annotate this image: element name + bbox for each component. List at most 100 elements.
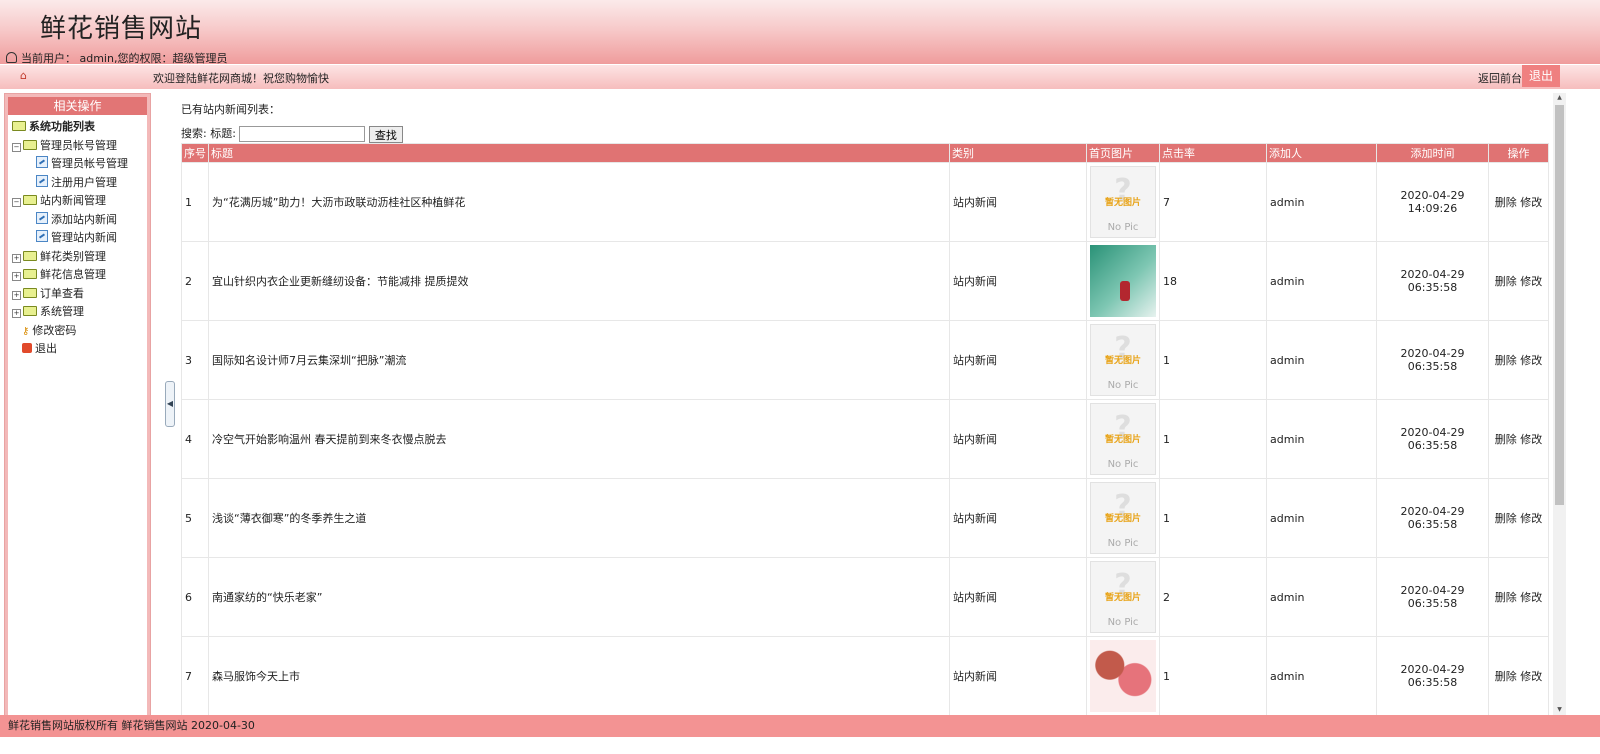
edit-link[interactable]: 修改 <box>1520 512 1542 525</box>
no-pic-label: No Pic <box>1107 222 1139 233</box>
tree-item-label: 管理站内新闻 <box>51 231 117 244</box>
no-picture-label: 暂无图片 <box>1104 514 1141 524</box>
cell-image <box>1086 636 1160 715</box>
scroll-down-icon[interactable]: ▼ <box>1553 705 1566 715</box>
vertical-scrollbar[interactable]: ▲ ▼ <box>1553 93 1566 715</box>
folder-icon <box>23 139 37 150</box>
cell-clicks: 1 <box>1159 399 1267 479</box>
table-row: 7 森马服饰今天上市 站内新闻 1 admin 2020-04-29 06:35:58 删除… <box>181 636 1549 715</box>
delete-link[interactable]: 删除 <box>1495 275 1517 288</box>
edit-link[interactable]: 修改 <box>1520 670 1542 683</box>
cell-time: 2020-04-29 14:09:26 <box>1376 162 1489 242</box>
cell-title: 森马服饰今天上市 <box>208 636 950 715</box>
cell-title: 冷空气开始影响温州 春天提前到来冬衣慢点脱去 <box>208 399 950 479</box>
header: 鲜花销售网站 当前用户： admin,您的权限：超级管理员 <box>0 0 1600 65</box>
no-picture-label: 暂无图片 <box>1104 356 1141 366</box>
cell-category: 站内新闻 <box>949 241 1087 321</box>
expand-icon[interactable]: + <box>12 253 21 263</box>
delete-link[interactable]: 删除 <box>1495 591 1517 604</box>
expand-icon[interactable]: + <box>12 290 21 300</box>
table-row: 5 浅谈“薄衣御寒”的冬季养生之道 站内新闻? 暂无图片 No Pic 1 admin 202… <box>181 478 1549 558</box>
tree-item-admin-accounts[interactable]: 管理员帐号管理 <box>8 155 150 174</box>
cell-image: ? 暂无图片 No Pic <box>1086 478 1160 558</box>
collapse-sidebar-handle[interactable]: ◀ <box>165 381 175 427</box>
tree-item-manage-news[interactable]: 管理站内新闻 <box>8 229 150 248</box>
nav-bar: ⌂ 欢迎登陆鲜花网商城！祝您购物愉快 返回前台 退出 <box>0 65 1600 89</box>
cell-author: admin <box>1266 636 1377 715</box>
tree-group-flower-info[interactable]: + 鲜花信息管理 <box>8 266 150 285</box>
table-row: 2 宜山针织内衣企业更新缝纫设备：节能减排 提质提效 站内新闻 18 admin 2020… <box>181 241 1549 321</box>
tree-root[interactable]: 系统功能列表 <box>8 118 150 137</box>
delete-link[interactable]: 删除 <box>1495 354 1517 367</box>
cell-category: 站内新闻 <box>949 557 1087 637</box>
cell-actions: 删除 修改 <box>1488 636 1549 715</box>
col-header-clicks: 点击率 <box>1159 143 1267 163</box>
cell-time: 2020-04-29 06:35:58 <box>1376 399 1489 479</box>
folder-icon <box>23 250 37 261</box>
tree-group-admin[interactable]: − 管理员帐号管理 <box>8 137 150 156</box>
tree-group-system[interactable]: + 系统管理 <box>8 303 150 322</box>
main-content: 已有站内新闻列表： 搜索: 标题: 查找 序号 标题 类别 首页图片 点击率 添… <box>180 93 1550 715</box>
tree-item-registered-users[interactable]: 注册用户管理 <box>8 174 150 193</box>
news-thumbnail-image <box>1090 245 1156 317</box>
tree-item-add-news[interactable]: 添加站内新闻 <box>8 211 150 230</box>
col-header-time: 添加时间 <box>1376 143 1489 163</box>
collapse-icon[interactable]: − <box>12 142 21 152</box>
no-pic-label: No Pic <box>1107 459 1139 470</box>
cell-actions: 删除 修改 <box>1488 241 1549 321</box>
tree-group-label: 站内新闻管理 <box>40 194 106 207</box>
cell-author: admin <box>1266 557 1377 637</box>
no-pic-label: No Pic <box>1107 617 1139 628</box>
footer: 鲜花销售网站版权所有 鲜花销售网站 2020-04-30 <box>0 715 1600 737</box>
no-picture-placeholder: ? 暂无图片 No Pic <box>1090 324 1156 396</box>
folder-icon <box>23 287 37 298</box>
cell-clicks: 1 <box>1159 478 1267 558</box>
cell-author: admin <box>1266 241 1377 321</box>
site-title: 鲜花销售网站 <box>40 14 203 44</box>
tree-group-news[interactable]: − 站内新闻管理 <box>8 192 150 211</box>
logout-button[interactable]: 退出 <box>1522 65 1560 87</box>
cell-no: 7 <box>181 636 209 715</box>
expand-icon[interactable]: + <box>12 272 21 281</box>
edit-link[interactable]: 修改 <box>1520 275 1542 288</box>
col-header-actions: 操作 <box>1488 143 1549 163</box>
tree-group-flower-categories[interactable]: + 鲜花类别管理 <box>8 248 150 267</box>
delete-link[interactable]: 删除 <box>1495 512 1517 525</box>
scrollbar-thumb[interactable] <box>1555 105 1564 505</box>
col-header-image: 首页图片 <box>1086 143 1160 163</box>
home-icon[interactable]: ⌂ <box>20 69 27 82</box>
no-pic-label: No Pic <box>1107 380 1139 391</box>
tree-item-exit[interactable]: 退出 <box>8 340 150 359</box>
tree-group-label: 鲜花类别管理 <box>40 249 106 263</box>
back-to-front-link[interactable]: 返回前台 <box>1478 70 1522 86</box>
collapse-icon[interactable]: − <box>12 198 21 207</box>
delete-link[interactable]: 删除 <box>1495 433 1517 446</box>
cell-title: 浅谈“薄衣御寒”的冬季养生之道 <box>208 478 950 558</box>
user-info-text: 当前用户： admin,您的权限：超级管理员 <box>21 52 228 65</box>
folder-icon <box>23 269 37 279</box>
cell-actions: 删除 修改 <box>1488 162 1549 242</box>
cell-author: admin <box>1266 478 1377 558</box>
delete-link[interactable]: 删除 <box>1495 670 1517 683</box>
edit-link[interactable]: 修改 <box>1520 354 1542 367</box>
cell-no: 1 <box>181 162 209 242</box>
tree-item-label: 修改密码 <box>32 323 77 337</box>
edit-link[interactable]: 修改 <box>1520 433 1542 446</box>
scroll-up-icon[interactable]: ▲ <box>1553 93 1566 103</box>
cell-no: 2 <box>181 241 209 321</box>
tree-item-change-password[interactable]: ⚷ 修改密码 <box>8 322 150 341</box>
search-button[interactable]: 查找 <box>368 125 403 143</box>
tree-group-orders[interactable]: + 订单查看 <box>8 285 150 304</box>
expand-icon[interactable]: + <box>12 309 21 318</box>
cell-no: 5 <box>181 478 209 558</box>
cell-time: 2020-04-29 06:35:58 <box>1376 636 1489 715</box>
no-picture-placeholder: ? 暂无图片 No Pic <box>1090 482 1156 554</box>
edit-link[interactable]: 修改 <box>1520 591 1542 604</box>
function-tree: 系统功能列表 − 管理员帐号管理 管理员帐号管理 注册用户管理 − 站内新闻管理 添… <box>5 118 150 359</box>
cell-title: 为“花满历城”助力！大沥市政联动沥桂社区种植鲜花 <box>208 162 950 242</box>
news-table: 序号 标题 类别 首页图片 点击率 添加人 添加时间 操作 1 为“花满历城”助力… <box>181 143 1549 715</box>
delete-link[interactable]: 删除 <box>1495 196 1517 209</box>
edit-link[interactable]: 修改 <box>1520 196 1542 209</box>
folder-icon <box>23 195 37 205</box>
search-title-input[interactable] <box>239 126 366 142</box>
